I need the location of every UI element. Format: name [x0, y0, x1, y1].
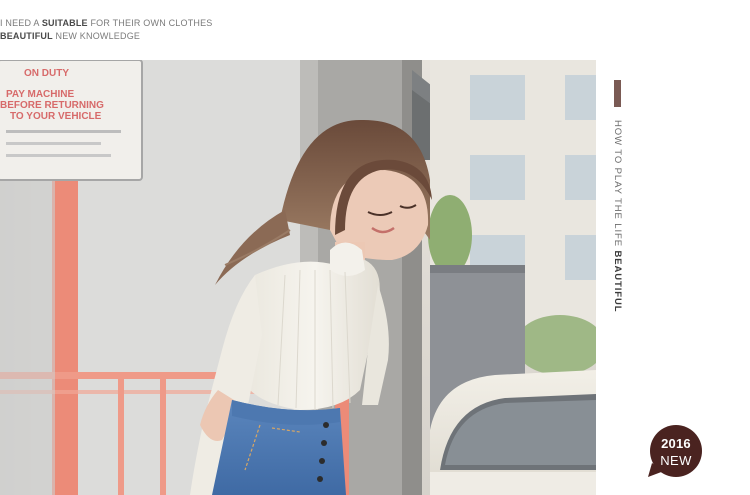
photo-scene: ON DUTY PAY MACHINE BEFORE RETURNING TO … — [0, 60, 596, 495]
new-2016-badge: 2016 NEW — [648, 425, 706, 479]
speech-bubble-icon — [648, 425, 702, 477]
tagline-suitable: I NEED A SUITABLE FOR THEIR OWN CLOTHES — [0, 18, 213, 28]
fashion-photo: ON DUTY PAY MACHINE BEFORE RETURNING TO … — [0, 60, 596, 495]
accent-bar — [614, 80, 621, 107]
sign-text: BEFORE RETURNING — [0, 100, 104, 111]
tagline-beautiful: BEAUTIFUL NEW KNOWLEDGE — [0, 31, 141, 41]
badge-label: NEW — [660, 453, 692, 468]
badge-year: 2016 — [661, 436, 691, 451]
sign-text: TO YOUR VEHICLE — [10, 111, 102, 122]
header-bar: I NEED A SUITABLE FOR THEIR OWN CLOTHES … — [0, 0, 750, 60]
vertical-slogan: HOW TO PLAY THE LIFE BEAUTIFUL — [612, 120, 623, 313]
sign-text: PAY MACHINE — [6, 89, 74, 100]
sign-text: ON DUTY — [24, 68, 69, 79]
